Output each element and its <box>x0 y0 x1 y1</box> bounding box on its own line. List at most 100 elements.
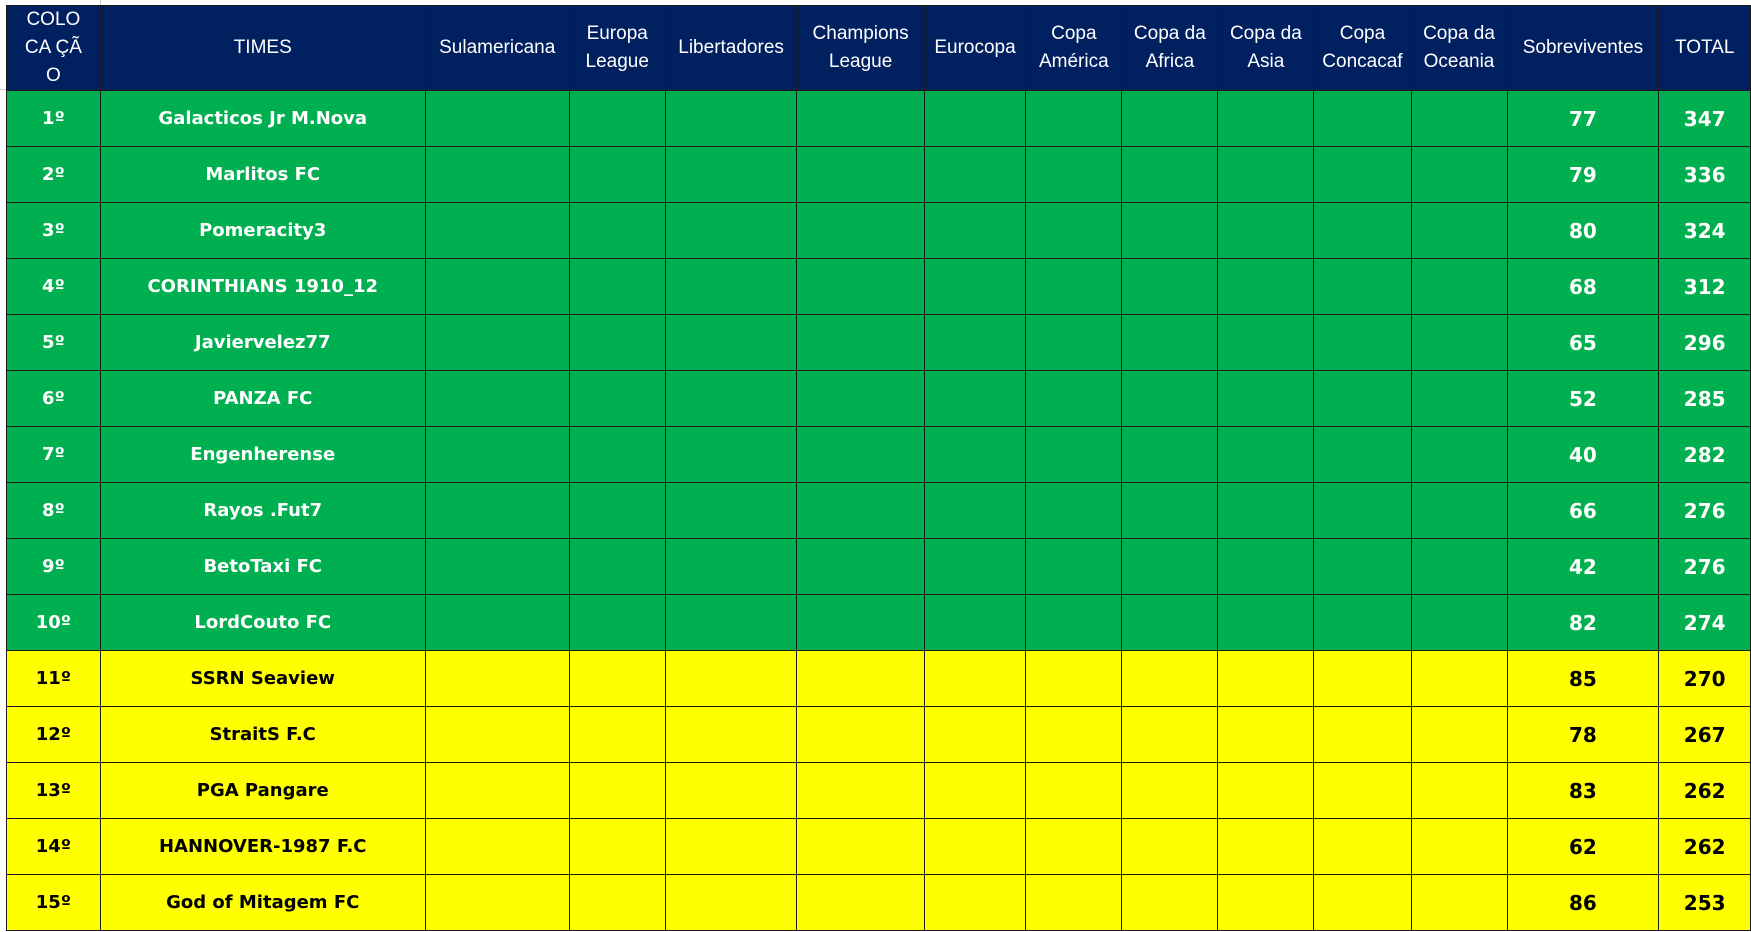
sulamericana-cell[interactable] <box>424 90 570 147</box>
eurocopa-cell[interactable] <box>923 370 1027 427</box>
copa-asia-cell[interactable] <box>1217 594 1315 651</box>
champions-league-cell[interactable] <box>796 706 925 763</box>
header-cell-copa-concacaf[interactable]: Copa Concacaf <box>1313 5 1412 91</box>
copa-concacaf-cell[interactable] <box>1313 594 1412 651</box>
position-cell[interactable]: 5º <box>6 314 101 371</box>
total-cell[interactable]: 296 <box>1658 314 1751 371</box>
copa-oceania-cell[interactable] <box>1410 202 1508 259</box>
position-cell[interactable]: 10º <box>6 594 101 651</box>
total-cell[interactable]: 262 <box>1658 818 1751 875</box>
total-cell[interactable]: 324 <box>1658 202 1751 259</box>
champions-league-cell[interactable] <box>796 818 925 875</box>
europa-league-cell[interactable] <box>568 426 666 483</box>
header-cell-sulamericana[interactable]: Sulamericana <box>424 5 570 91</box>
copa-asia-cell[interactable] <box>1217 706 1315 763</box>
eurocopa-cell[interactable] <box>923 594 1027 651</box>
libertadores-cell[interactable] <box>664 706 798 763</box>
header-cell-team[interactable]: TIMES <box>99 5 426 91</box>
copa-concacaf-cell[interactable] <box>1313 706 1412 763</box>
champions-league-cell[interactable] <box>796 538 925 595</box>
europa-league-cell[interactable] <box>568 370 666 427</box>
copa-america-cell[interactable] <box>1025 146 1123 203</box>
sobreviventes-cell[interactable]: 66 <box>1506 482 1660 539</box>
team-cell[interactable]: BetoTaxi FC <box>99 538 426 595</box>
sobreviventes-cell[interactable]: 86 <box>1506 874 1660 931</box>
copa-concacaf-cell[interactable] <box>1313 90 1412 147</box>
position-cell[interactable]: 12º <box>6 706 101 763</box>
sobreviventes-cell[interactable]: 52 <box>1506 370 1660 427</box>
copa-africa-cell[interactable] <box>1121 370 1219 427</box>
champions-league-cell[interactable] <box>796 258 925 315</box>
copa-africa-cell[interactable] <box>1121 874 1219 931</box>
copa-america-cell[interactable] <box>1025 370 1123 427</box>
copa-asia-cell[interactable] <box>1217 818 1315 875</box>
header-cell-position[interactable]: COLOCA ÇÃO <box>6 5 101 91</box>
sulamericana-cell[interactable] <box>424 314 570 371</box>
sulamericana-cell[interactable] <box>424 874 570 931</box>
champions-league-cell[interactable] <box>796 370 925 427</box>
copa-africa-cell[interactable] <box>1121 146 1219 203</box>
copa-america-cell[interactable] <box>1025 762 1123 819</box>
eurocopa-cell[interactable] <box>923 258 1027 315</box>
position-cell[interactable]: 9º <box>6 538 101 595</box>
europa-league-cell[interactable] <box>568 202 666 259</box>
sulamericana-cell[interactable] <box>424 146 570 203</box>
header-cell-champions-league[interactable]: Champions League <box>796 5 925 91</box>
copa-asia-cell[interactable] <box>1217 146 1315 203</box>
europa-league-cell[interactable] <box>568 874 666 931</box>
europa-league-cell[interactable] <box>568 538 666 595</box>
copa-america-cell[interactable] <box>1025 818 1123 875</box>
team-cell[interactable]: PGA Pangare <box>99 762 426 819</box>
copa-concacaf-cell[interactable] <box>1313 202 1412 259</box>
copa-america-cell[interactable] <box>1025 90 1123 147</box>
copa-america-cell[interactable] <box>1025 594 1123 651</box>
copa-oceania-cell[interactable] <box>1410 706 1508 763</box>
eurocopa-cell[interactable] <box>923 818 1027 875</box>
eurocopa-cell[interactable] <box>923 706 1027 763</box>
eurocopa-cell[interactable] <box>923 482 1027 539</box>
copa-america-cell[interactable] <box>1025 426 1123 483</box>
libertadores-cell[interactable] <box>664 594 798 651</box>
eurocopa-cell[interactable] <box>923 762 1027 819</box>
header-cell-eurocopa[interactable]: Eurocopa <box>923 5 1027 91</box>
copa-concacaf-cell[interactable] <box>1313 426 1412 483</box>
team-cell[interactable]: Engenherense <box>99 426 426 483</box>
champions-league-cell[interactable] <box>796 426 925 483</box>
copa-oceania-cell[interactable] <box>1410 370 1508 427</box>
sobreviventes-cell[interactable]: 82 <box>1506 594 1660 651</box>
sobreviventes-cell[interactable]: 79 <box>1506 146 1660 203</box>
copa-concacaf-cell[interactable] <box>1313 874 1412 931</box>
position-cell[interactable]: 2º <box>6 146 101 203</box>
champions-league-cell[interactable] <box>796 482 925 539</box>
copa-africa-cell[interactable] <box>1121 594 1219 651</box>
team-cell[interactable]: CORINTHIANS 1910_12 <box>99 258 426 315</box>
libertadores-cell[interactable] <box>664 146 798 203</box>
position-cell[interactable]: 11º <box>6 650 101 707</box>
eurocopa-cell[interactable] <box>923 202 1027 259</box>
eurocopa-cell[interactable] <box>923 650 1027 707</box>
sulamericana-cell[interactable] <box>424 426 570 483</box>
copa-oceania-cell[interactable] <box>1410 146 1508 203</box>
sobreviventes-cell[interactable]: 78 <box>1506 706 1660 763</box>
header-cell-copa-africa[interactable]: Copa da Africa <box>1121 5 1219 91</box>
total-cell[interactable]: 347 <box>1658 90 1751 147</box>
sobreviventes-cell[interactable]: 80 <box>1506 202 1660 259</box>
copa-concacaf-cell[interactable] <box>1313 762 1412 819</box>
libertadores-cell[interactable] <box>664 762 798 819</box>
eurocopa-cell[interactable] <box>923 314 1027 371</box>
position-cell[interactable]: 3º <box>6 202 101 259</box>
libertadores-cell[interactable] <box>664 90 798 147</box>
total-cell[interactable]: 253 <box>1658 874 1751 931</box>
header-cell-copa-oceania[interactable]: Copa da Oceania <box>1410 5 1508 91</box>
eurocopa-cell[interactable] <box>923 426 1027 483</box>
team-cell[interactable]: PANZA FC <box>99 370 426 427</box>
copa-africa-cell[interactable] <box>1121 202 1219 259</box>
libertadores-cell[interactable] <box>664 874 798 931</box>
eurocopa-cell[interactable] <box>923 538 1027 595</box>
team-cell[interactable]: Javiervelez77 <box>99 314 426 371</box>
total-cell[interactable]: 276 <box>1658 482 1751 539</box>
libertadores-cell[interactable] <box>664 314 798 371</box>
sulamericana-cell[interactable] <box>424 482 570 539</box>
position-cell[interactable]: 14º <box>6 818 101 875</box>
champions-league-cell[interactable] <box>796 146 925 203</box>
